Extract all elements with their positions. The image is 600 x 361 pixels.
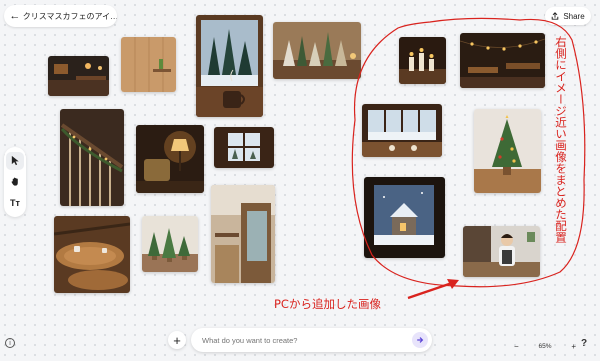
prompt-input[interactable] (200, 334, 412, 346)
zoom-out-button[interactable]: − (514, 342, 519, 351)
annotation-arrow-head (447, 279, 459, 289)
zoom-in-button[interactable]: + (571, 342, 576, 351)
image-mini-trees-shelf[interactable] (273, 22, 361, 79)
hand-icon (11, 178, 18, 187)
annotation-vertical-note: 右側にイメージ近い画像をまとめた配置 (554, 36, 568, 243)
arrow-right-icon (417, 337, 424, 343)
image-barista-cafe[interactable] (463, 226, 540, 277)
image-snowy-window-mug[interactable] (196, 15, 263, 117)
image-wood-wall[interactable] (121, 37, 176, 92)
share-icon (552, 12, 559, 20)
add-button[interactable]: + (168, 331, 186, 349)
send-button[interactable] (412, 332, 428, 348)
share-label: Share (563, 11, 585, 21)
plus-icon: + (173, 332, 181, 348)
board-title: クリスマスカフェのアイ… (22, 11, 117, 21)
back-arrow-icon[interactable]: ← (7, 10, 23, 22)
board-title-pill[interactable]: ← クリスマスカフェのアイ… (4, 5, 117, 27)
share-button[interactable]: Share (545, 7, 591, 25)
hand-tool[interactable] (6, 173, 24, 191)
tool-palette: Tт (4, 147, 26, 217)
image-wooden-tables[interactable] (54, 216, 130, 293)
info-button[interactable]: i (5, 338, 15, 348)
image-booth-seating[interactable] (211, 185, 275, 283)
image-lamp-armchair[interactable] (136, 125, 204, 193)
annotation-arrow-shaft (407, 281, 453, 300)
zoom-control: − 65% + (514, 339, 576, 353)
info-icon: i (9, 339, 11, 347)
image-window-snow-view[interactable] (214, 127, 274, 168)
image-candles-table[interactable] (399, 37, 446, 84)
text-tool[interactable]: Tт (6, 194, 24, 212)
annotation-pc-note: PCから追加した画像 (274, 297, 381, 311)
cursor-icon (11, 156, 19, 166)
prompt-bar (191, 328, 432, 352)
text-icon: Tт (10, 198, 20, 209)
select-tool[interactable] (6, 151, 24, 170)
image-snowy-night-house[interactable] (364, 177, 445, 258)
image-cafe-string-lights[interactable] (460, 33, 545, 88)
image-potted-trees[interactable] (142, 216, 198, 272)
zoom-level: 65% (538, 342, 552, 350)
image-decorated-tree[interactable] (474, 109, 541, 193)
image-window-landscape[interactable] (362, 104, 442, 157)
help-button[interactable]: ? (581, 338, 587, 349)
image-staircase-garland[interactable] (60, 109, 124, 206)
image-cafe-bar[interactable] (48, 56, 109, 96)
